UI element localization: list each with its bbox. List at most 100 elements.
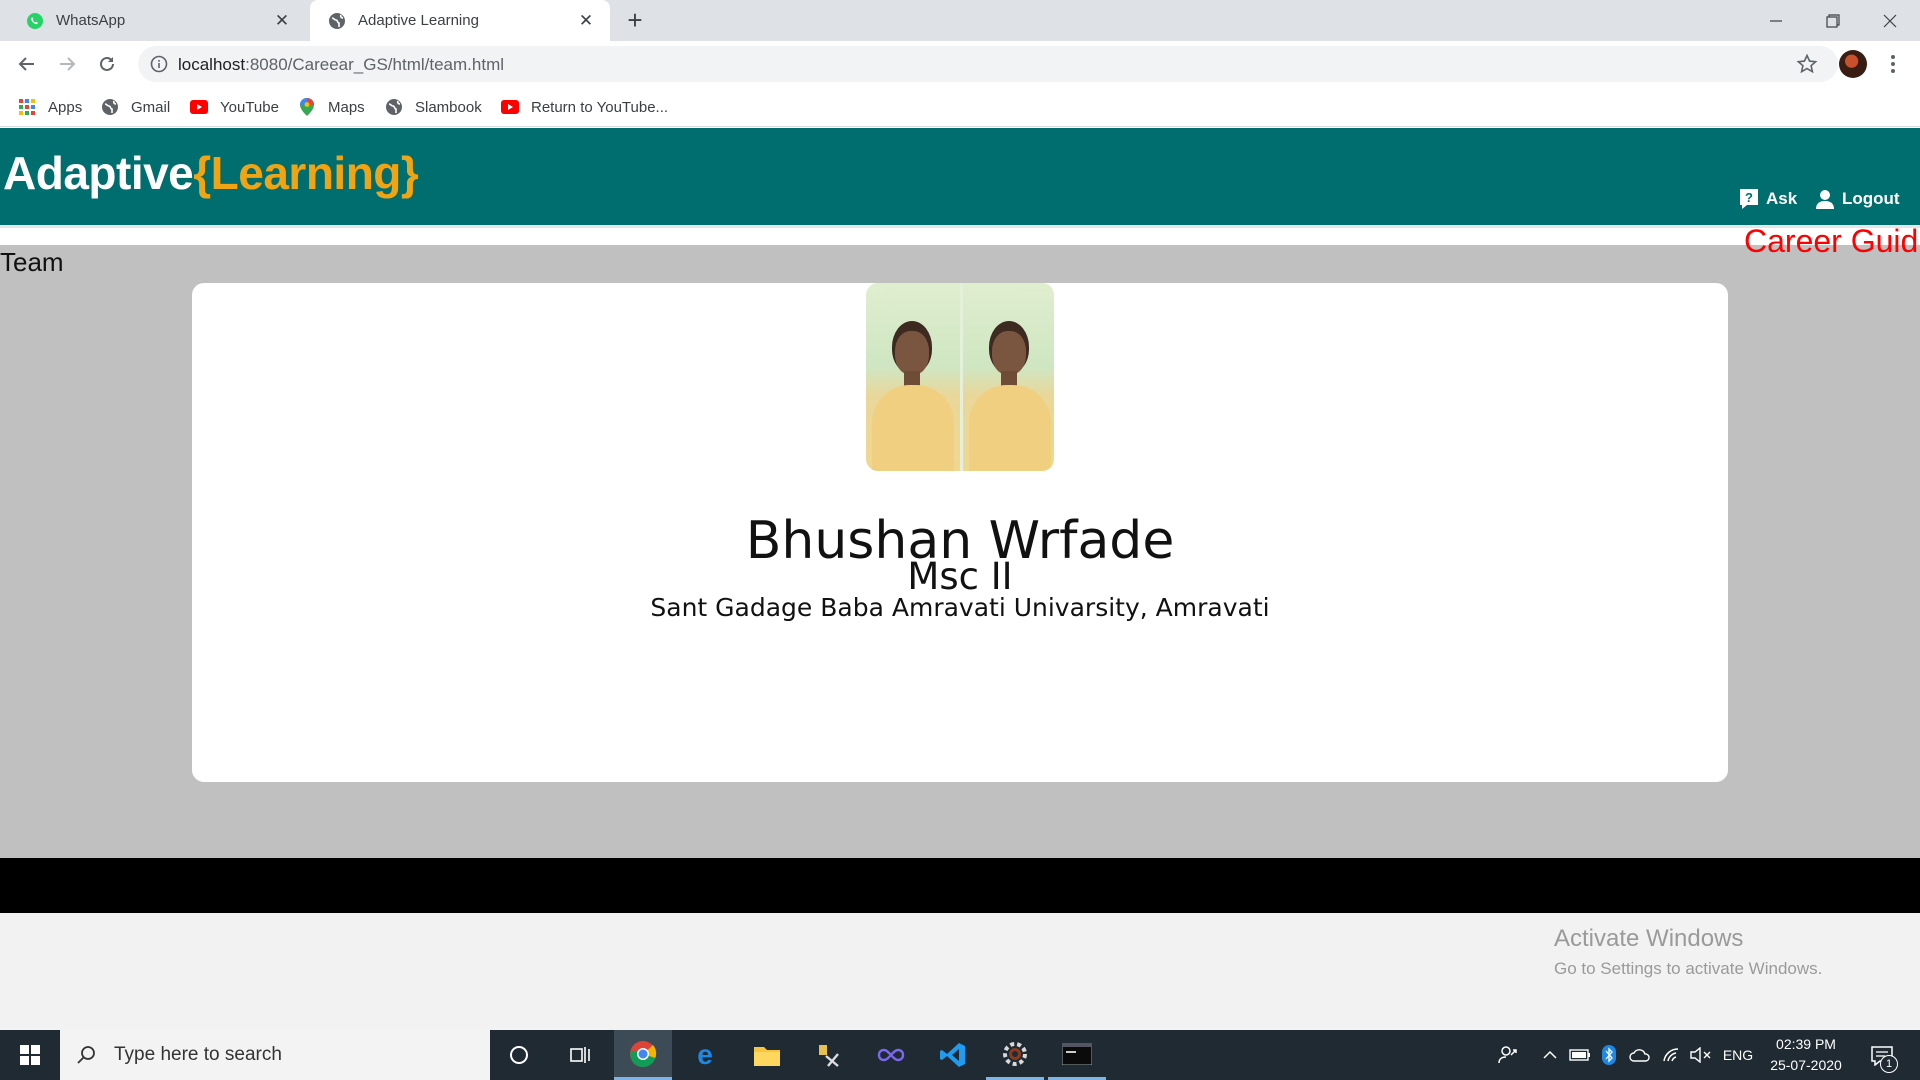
tab-adaptive-learning[interactable]: Adaptive Learning ✕ [310, 0, 610, 41]
taskbar-tools-app[interactable] [800, 1030, 858, 1080]
gear-icon [1003, 1041, 1027, 1066]
bookmark-slambook[interactable]: Slambook [385, 96, 482, 118]
globe-icon [385, 98, 403, 116]
clock-date: 25-07-2020 [1770, 1057, 1842, 1073]
tools-icon [819, 1045, 839, 1067]
globe-icon [101, 98, 119, 116]
svg-text:e: e [697, 1042, 713, 1068]
youtube-icon [190, 98, 208, 116]
taskbar-vscode[interactable] [924, 1030, 982, 1080]
bookmark-apps[interactable]: Apps [18, 96, 82, 118]
brand-main: Adaptive [3, 147, 194, 199]
member-photo [866, 283, 1054, 471]
edge-icon: e [697, 1042, 713, 1068]
info-icon[interactable] [150, 55, 168, 73]
taskbar-file-explorer[interactable] [738, 1030, 796, 1080]
site-footer [0, 858, 1920, 913]
folder-icon [754, 1047, 780, 1066]
vscode-icon [940, 1043, 965, 1067]
taskbar-mysql-app[interactable] [1048, 1030, 1106, 1080]
activate-windows-watermark: Activate Windows Go to Settings to activ… [1554, 925, 1822, 979]
chevron-up-icon[interactable] [1540, 1030, 1560, 1080]
back-button[interactable] [13, 50, 41, 78]
watermark-title: Activate Windows [1554, 925, 1744, 952]
site-header: Adaptive{Learning} ? Ask Logout [0, 128, 1920, 228]
taskbar-infinity-app[interactable] [862, 1030, 920, 1080]
taskbar-edge[interactable]: e [676, 1030, 734, 1080]
user-icon [1814, 188, 1836, 210]
browser-toolbar: localhost:8080/Careear_GS/html/team.html [0, 41, 1920, 87]
bookmarks-bar: Apps Gmail YouTube Maps Slambook Return … [0, 87, 1920, 127]
bookmark-label: Apps [48, 98, 83, 116]
reload-button[interactable] [93, 50, 121, 78]
taskbar-chrome[interactable] [614, 1030, 672, 1080]
svg-text:?: ? [1745, 190, 1753, 205]
browser-tab-bar: WhatsApp ✕ Adaptive Learning ✕ + [0, 0, 1920, 41]
windows-taskbar: Type here to search e ENG 02:39 PM 25-07… [0, 1030, 1920, 1080]
bluetooth-icon[interactable] [1600, 1030, 1618, 1080]
restore-button[interactable] [1805, 0, 1861, 41]
team-member-card: Bhushan Wrfade Msc II Sant Gadage Baba A… [192, 283, 1728, 782]
bookmark-label: YouTube [220, 98, 279, 116]
bookmark-label: Return to YouTube... [531, 98, 669, 116]
cortana-button[interactable] [490, 1030, 548, 1080]
nav-ask-link[interactable]: ? Ask [1738, 188, 1797, 210]
bookmark-return-to-youtube[interactable]: Return to YouTube... [501, 96, 668, 118]
globe-icon [328, 12, 346, 30]
url-text[interactable]: localhost:8080/Careear_GS/html/team.html [178, 55, 504, 75]
new-tab-button[interactable]: + [622, 7, 648, 34]
whatsapp-icon [26, 12, 44, 30]
cortana-icon [510, 1046, 528, 1064]
nav-logout-label: Logout [1842, 189, 1900, 208]
clock-time: 02:39 PM [1776, 1036, 1836, 1052]
language-indicator[interactable]: ENG [1718, 1030, 1758, 1080]
close-tab-icon[interactable]: ✕ [576, 11, 596, 31]
close-window-button[interactable] [1862, 0, 1918, 41]
battery-icon[interactable] [1568, 1030, 1592, 1080]
search-placeholder: Type here to search [114, 1044, 282, 1065]
url-host: localhost [178, 55, 246, 74]
tab-whatsapp[interactable]: WhatsApp ✕ [8, 0, 306, 41]
member-university: Sant Gadage Baba Amravati Univarsity, Am… [650, 593, 1270, 622]
address-bar[interactable]: localhost:8080/Careear_GS/html/team.html [138, 46, 1838, 82]
bookmark-star-icon[interactable] [1796, 53, 1818, 75]
tab-title: Adaptive Learning [358, 12, 479, 29]
browser-menu-icon[interactable] [1880, 50, 1906, 78]
chrome-icon [630, 1040, 657, 1067]
bookmark-label: Maps [328, 98, 365, 116]
volume-muted-icon[interactable] [1688, 1030, 1714, 1080]
bookmark-gmail[interactable]: Gmail [101, 96, 170, 118]
maps-pin-icon [298, 98, 316, 116]
bookmark-label: Slambook [415, 98, 482, 116]
taskbar-clock[interactable]: 02:39 PM 25-07-2020 [1756, 1034, 1856, 1076]
wifi-icon[interactable] [1660, 1030, 1684, 1080]
youtube-icon [501, 98, 519, 116]
forward-button[interactable] [53, 50, 81, 78]
bookmark-youtube[interactable]: YouTube [190, 96, 279, 118]
taskbar-settings-app[interactable] [986, 1030, 1044, 1080]
brand-accent: {Learning} [193, 147, 419, 199]
start-button[interactable] [0, 1030, 60, 1080]
nav-logout-link[interactable]: Logout [1814, 188, 1900, 210]
minimize-button[interactable] [1748, 0, 1804, 41]
career-guidance-marquee: Career Guid [1744, 223, 1919, 259]
watermark-subtitle: Go to Settings to activate Windows. [1554, 959, 1823, 978]
member-course: Msc II [907, 555, 1013, 598]
site-logo[interactable]: Adaptive{Learning} [3, 146, 419, 200]
onedrive-icon[interactable] [1628, 1030, 1652, 1080]
apps-grid-icon [18, 98, 36, 116]
url-path: :8080/Careear_GS/html/team.html [245, 55, 505, 74]
nav-ask-label: Ask [1766, 189, 1798, 208]
bookmark-label: Gmail [131, 98, 171, 116]
bookmark-maps[interactable]: Maps [298, 96, 365, 118]
task-view-button[interactable] [551, 1030, 609, 1080]
notification-badge: 1 [1880, 1055, 1898, 1073]
close-tab-icon[interactable]: ✕ [272, 11, 292, 31]
tab-title: WhatsApp [56, 12, 126, 29]
infinity-icon [877, 1048, 905, 1062]
taskbar-search-box[interactable]: Type here to search [60, 1030, 490, 1080]
profile-avatar[interactable] [1839, 50, 1867, 78]
people-icon[interactable] [1496, 1030, 1520, 1080]
question-icon: ? [1738, 188, 1760, 210]
terminal-icon [1062, 1042, 1092, 1065]
